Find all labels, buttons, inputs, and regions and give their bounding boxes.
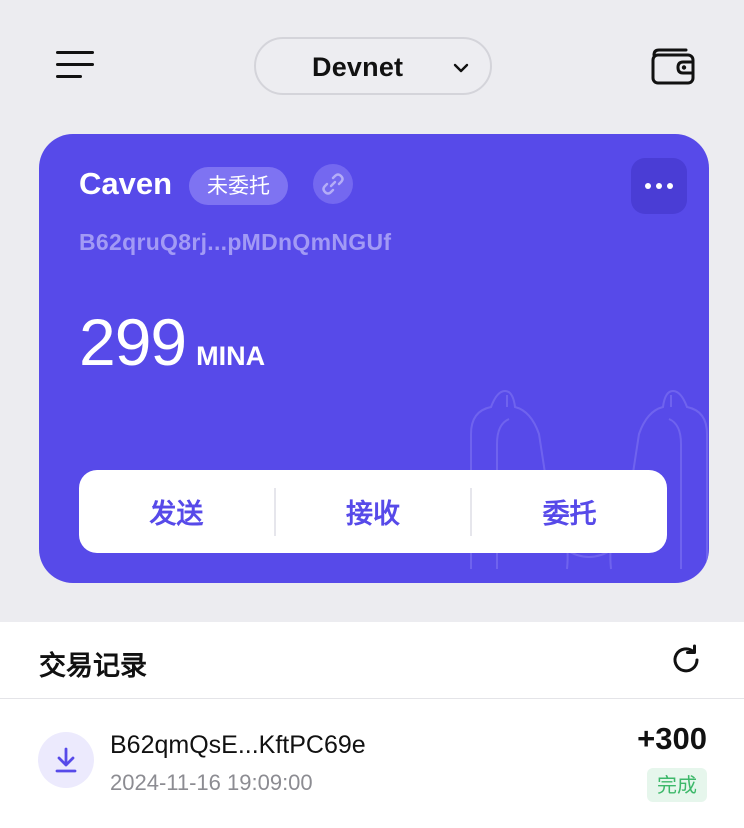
link-icon <box>322 173 344 195</box>
transaction-address: B62qmQsE...KftPC69e <box>110 731 366 759</box>
account-address[interactable]: B62qruQ8rj...pMDnQmNGUf <box>79 229 391 256</box>
transaction-amount: +300 <box>637 721 707 756</box>
transaction-time: 2024-11-16 19:09:00 <box>110 770 313 795</box>
delegation-status-badge: 未委托 <box>189 167 288 205</box>
balance-unit: MINA <box>196 341 266 371</box>
receive-arrow-icon <box>55 747 77 773</box>
action-bar: 发送 接收 委托 <box>79 470 667 553</box>
transaction-row[interactable]: B62qmQsE...KftPC69e 2024-11-16 19:09:00 … <box>0 699 744 824</box>
transaction-status-badge: 完成 <box>647 768 707 802</box>
transaction-history-title: 交易记录 <box>39 651 147 682</box>
transaction-history: 交易记录 B62qmQsE...KftPC69e 2024-11-16 19:0… <box>0 622 744 828</box>
refresh-icon[interactable] <box>670 644 702 676</box>
wallet-icon[interactable] <box>650 47 696 85</box>
network-selector[interactable]: Devnet <box>254 37 492 95</box>
delegate-button[interactable]: 委托 <box>472 470 667 553</box>
more-options-button[interactable] <box>631 158 687 214</box>
account-name: Caven <box>79 166 173 201</box>
balance: 299 MINA <box>79 304 265 380</box>
link-button[interactable] <box>313 164 353 204</box>
transaction-type-badge <box>38 732 94 788</box>
hamburger-menu-icon[interactable] <box>56 50 94 80</box>
send-button[interactable]: 发送 <box>79 470 274 553</box>
app-header: Devnet <box>0 0 744 130</box>
receive-button[interactable]: 接收 <box>276 470 471 553</box>
balance-amount: 299 <box>79 305 187 379</box>
more-horizontal-icon <box>645 183 673 189</box>
network-label: Devnet <box>312 52 404 82</box>
account-card: Caven 未委托 B62qruQ8rj...pMDnQmNGUf 299 MI… <box>39 134 709 583</box>
chevron-down-icon <box>453 63 469 73</box>
